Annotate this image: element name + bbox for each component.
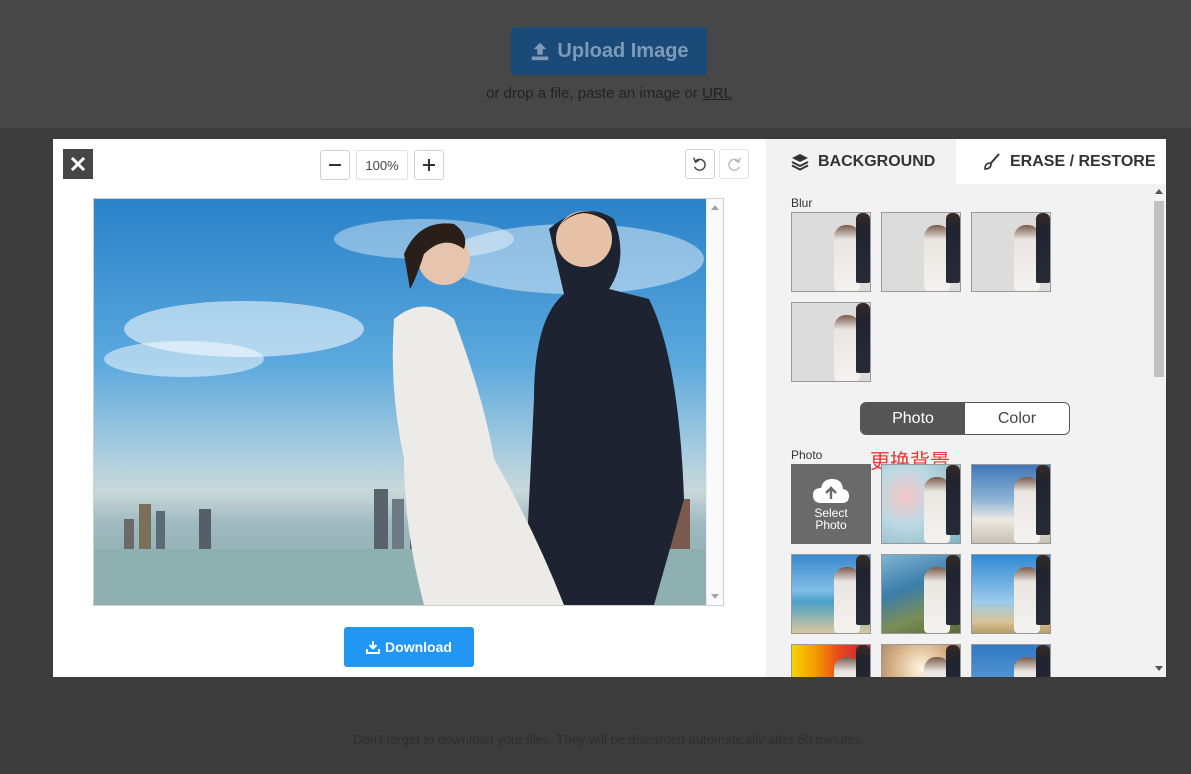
blur-option-4[interactable] bbox=[791, 302, 871, 382]
panel-scrollbar[interactable] bbox=[1152, 184, 1166, 677]
cloud-upload-icon bbox=[813, 479, 849, 503]
canvas-scrollbar[interactable] bbox=[706, 199, 723, 605]
minus-icon bbox=[329, 164, 341, 166]
zoom-out-button[interactable] bbox=[320, 150, 350, 180]
photo-preview bbox=[94, 199, 707, 605]
subject-figure bbox=[1036, 213, 1050, 283]
close-icon bbox=[71, 157, 85, 171]
toggle-color[interactable]: Color bbox=[965, 403, 1069, 434]
top-bar: Upload Image or drop a file, paste an im… bbox=[0, 0, 1191, 129]
photo-option-stripes[interactable] bbox=[791, 644, 871, 677]
subject-figure bbox=[1036, 645, 1050, 677]
background-panel: BACKGROUND ERASE / RESTORE Blur Photo Co… bbox=[766, 139, 1166, 677]
panel-scroll-thumb[interactable] bbox=[1154, 201, 1164, 377]
tab-erase-restore[interactable]: ERASE / RESTORE bbox=[956, 139, 1166, 184]
undo-icon bbox=[693, 157, 706, 171]
drop-hint: or drop a file, paste an image or URL bbox=[0, 85, 1191, 102]
url-link[interactable]: URL bbox=[702, 85, 732, 102]
tab-background-label: BACKGROUND bbox=[818, 152, 936, 170]
subject-figure bbox=[1036, 555, 1050, 625]
panel-scroll-down-icon[interactable] bbox=[1155, 666, 1163, 671]
panel-scroll-up-icon[interactable] bbox=[1155, 189, 1163, 194]
tab-erase-restore-label: ERASE / RESTORE bbox=[1010, 152, 1156, 170]
blur-label: Blur bbox=[791, 196, 813, 210]
upload-icon bbox=[532, 42, 549, 61]
subject-figure bbox=[1036, 465, 1050, 535]
subject-figure bbox=[946, 465, 960, 535]
photo-option-coast[interactable] bbox=[881, 554, 961, 634]
plus-icon bbox=[423, 159, 435, 171]
tab-background[interactable]: BACKGROUND bbox=[766, 139, 956, 184]
subject-figure bbox=[946, 645, 960, 677]
redo-icon bbox=[728, 157, 741, 171]
drop-hint-text: or drop a file, paste an image or bbox=[486, 85, 702, 102]
photo-option-mountain[interactable] bbox=[971, 464, 1051, 544]
redo-button[interactable] bbox=[719, 149, 749, 179]
subject-figure bbox=[946, 555, 960, 625]
zoom-in-button[interactable] bbox=[414, 150, 444, 180]
blur-option-3[interactable] bbox=[971, 212, 1051, 292]
image-canvas[interactable] bbox=[93, 198, 724, 606]
download-icon bbox=[366, 641, 381, 654]
subject-figure bbox=[856, 303, 870, 373]
download-label: Download bbox=[385, 639, 452, 655]
photo-option-bokeh[interactable] bbox=[881, 464, 961, 544]
editor-modal: 100% Download BACKGROUND ERASE / RESTORE… bbox=[53, 139, 1166, 677]
upload-image-label: Upload Image bbox=[557, 39, 689, 62]
photo-option-lights[interactable] bbox=[881, 644, 961, 677]
subject-figure bbox=[856, 555, 870, 625]
close-button[interactable] bbox=[63, 149, 93, 179]
photo-option-sky[interactable] bbox=[971, 554, 1051, 634]
scroll-down-arrow-icon[interactable] bbox=[711, 594, 719, 599]
subject-figure bbox=[856, 645, 870, 677]
zoom-level: 100% bbox=[356, 150, 408, 180]
undo-button[interactable] bbox=[685, 149, 715, 179]
toggle-photo[interactable]: Photo bbox=[861, 403, 965, 434]
download-button[interactable]: Download bbox=[344, 627, 474, 667]
photo-color-toggle: Photo Color bbox=[860, 402, 1070, 435]
panel-tabs: BACKGROUND ERASE / RESTORE bbox=[766, 139, 1166, 184]
history-controls bbox=[685, 149, 749, 179]
scroll-up-arrow-icon[interactable] bbox=[711, 205, 719, 210]
zoom-controls: 100% bbox=[320, 149, 444, 181]
blur-option-1[interactable] bbox=[791, 212, 871, 292]
photo-option-blue-sky[interactable] bbox=[971, 644, 1051, 677]
blur-option-2[interactable] bbox=[881, 212, 961, 292]
select-photo-button[interactable]: Select Photo bbox=[791, 464, 871, 544]
couple-photo bbox=[94, 211, 707, 605]
select-photo-line2: Photo bbox=[815, 518, 847, 532]
subject-figure bbox=[946, 213, 960, 283]
footer-note: Don't forget to download your files. The… bbox=[353, 732, 865, 747]
upload-image-button[interactable]: Upload Image bbox=[511, 27, 707, 75]
brush-icon bbox=[984, 152, 1000, 170]
subject-figure bbox=[856, 213, 870, 283]
photo-option-beach[interactable] bbox=[791, 554, 871, 634]
layers-icon bbox=[791, 153, 809, 171]
photo-label: Photo bbox=[791, 448, 823, 462]
